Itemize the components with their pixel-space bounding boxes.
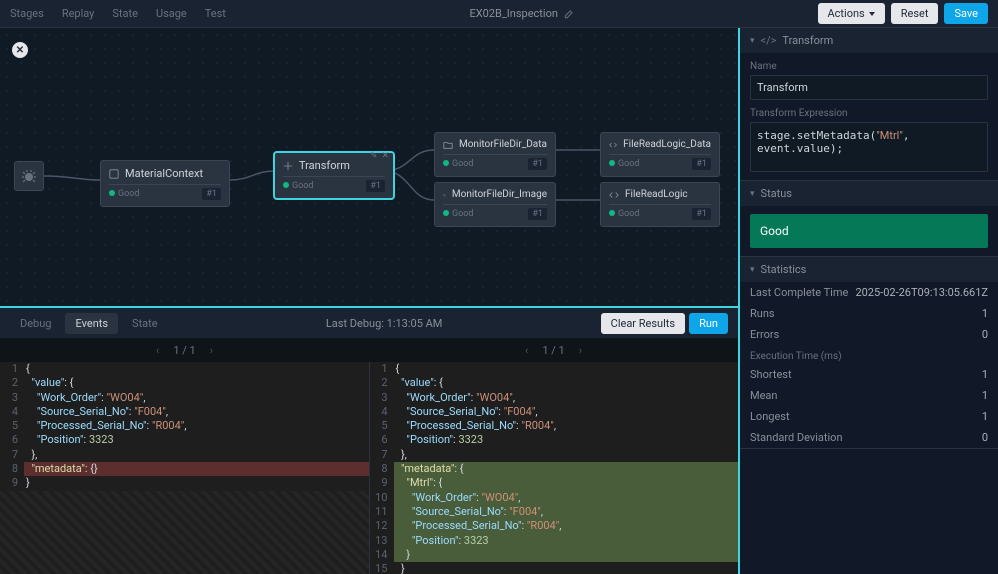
tab-test[interactable]: Test [205, 7, 226, 20]
stat-longest-value: 1 [982, 410, 988, 423]
edit-icon[interactable] [564, 9, 574, 19]
stat-errors-label: Errors [750, 328, 779, 341]
node-monitor-image[interactable]: MonitorFileDir_Image Good#1 [434, 182, 556, 227]
stat-runs-label: Runs [750, 307, 775, 320]
pager-right-prev[interactable]: ‹ [525, 344, 528, 357]
pager-right-count: 1 / 1 [542, 344, 564, 357]
last-debug-label: Last Debug: 1:13:05 AM [172, 317, 597, 330]
pager-left-next[interactable]: › [210, 344, 213, 357]
stat-last-complete-label: Last Complete Time [750, 286, 848, 299]
reset-button[interactable]: Reset [891, 3, 939, 24]
close-icon[interactable]: ✕ [12, 42, 28, 58]
folder-icon [443, 140, 453, 150]
topbar-actions: Actions Reset Save [818, 3, 989, 24]
node-read-data[interactable]: FileReadLogic_Data Good#1 [600, 132, 720, 177]
run-button[interactable]: Run [689, 313, 728, 334]
pager-right-next[interactable]: › [579, 344, 582, 357]
clear-results-button[interactable]: Clear Results [601, 313, 685, 334]
chevron-down-icon: ▾ [750, 189, 755, 199]
statistics-section-head[interactable]: ▾Statistics [740, 257, 998, 282]
caret-down-icon [869, 12, 875, 16]
node-read-logic[interactable]: FileReadLogic Good#1 [600, 182, 720, 227]
properties-sidebar: ▾</>Transform Name Transform Expression … [740, 28, 998, 574]
debug-tabs-row: Debug Events State Last Debug: 1:13:05 A… [0, 308, 738, 338]
node-close-icon[interactable]: ✕ [381, 151, 389, 161]
debug-tab-events[interactable]: Events [65, 313, 118, 334]
stat-last-complete-value: 2025-02-26T09:13:05.661Z [855, 286, 988, 299]
stat-longest-label: Longest [750, 410, 790, 423]
code-pane-after[interactable]: 1{2 "value": {3 "Work_Order": "WO04",4 "… [369, 362, 739, 574]
debug-start-node[interactable] [14, 161, 44, 191]
tab-stages[interactable]: Stages [10, 7, 44, 20]
page-title: EX02B_Inspection [226, 7, 818, 20]
exec-time-head: Execution Time (ms) [740, 345, 998, 364]
actions-button[interactable]: Actions [818, 3, 885, 24]
transform-section-head[interactable]: ▾</>Transform [740, 28, 998, 53]
chevron-down-icon: ▾ [750, 265, 755, 275]
status-section-head[interactable]: ▾Status [740, 181, 998, 206]
debug-tab-state[interactable]: State [122, 313, 168, 334]
save-button[interactable]: Save [944, 3, 988, 24]
stat-shortest-label: Shortest [750, 368, 792, 381]
tab-usage[interactable]: Usage [156, 7, 187, 20]
stat-mean-value: 1 [982, 389, 988, 402]
code-icon: </> [761, 34, 777, 47]
code-diff: 1{2 "value": {3 "Work_Order": "WO04",4 "… [0, 362, 738, 574]
tab-state[interactable]: State [112, 7, 138, 20]
name-label: Name [750, 61, 988, 72]
top-bar: Stages Replay State Usage Test EX02B_Ins… [0, 0, 998, 28]
node-edit-icon[interactable]: ✎ [370, 151, 378, 161]
code-icon [609, 190, 619, 200]
code-pane-before[interactable]: 1{2 "value": {3 "Work_Order": "WO04",4 "… [0, 362, 369, 574]
pager-row: ‹ 1 / 1 › ‹ 1 / 1 › [0, 338, 738, 362]
stat-mean-label: Mean [750, 389, 778, 402]
pipeline-canvas[interactable]: ✕ MaterialContext Good#1 ✎✕ Transform Go… [0, 28, 738, 308]
pager-left-count: 1 / 1 [173, 344, 195, 357]
node-materialcontext[interactable]: MaterialContext Good#1 [100, 160, 230, 207]
tab-replay[interactable]: Replay [62, 7, 95, 20]
chevron-down-icon: ▾ [750, 36, 755, 46]
context-icon [109, 169, 119, 179]
expression-label: Transform Expression [750, 108, 988, 119]
node-transform[interactable]: ✎✕ Transform Good#1 [274, 152, 394, 199]
stat-stddev-value: 0 [982, 431, 988, 444]
status-badge: Good [750, 214, 988, 248]
folder-icon [443, 190, 446, 200]
debug-panel: Debug Events State Last Debug: 1:13:05 A… [0, 308, 738, 574]
bug-icon [21, 168, 37, 184]
topbar-tabs: Stages Replay State Usage Test [10, 7, 226, 20]
debug-tab-debug[interactable]: Debug [10, 313, 61, 334]
stat-stddev-label: Standard Deviation [750, 431, 843, 444]
title-text: EX02B_Inspection [469, 7, 557, 20]
stat-errors-value: 0 [982, 328, 988, 341]
expression-textarea[interactable]: stage.setMetadata("Mtrl", event.value); [750, 122, 988, 172]
pager-left-prev[interactable]: ‹ [156, 344, 159, 357]
stat-runs-value: 1 [982, 307, 988, 320]
node-monitor-data[interactable]: MonitorFileDir_Data Good#1 [434, 132, 556, 177]
stat-shortest-value: 1 [982, 368, 988, 381]
transform-icon [283, 161, 293, 171]
name-input[interactable] [750, 75, 988, 100]
code-icon [609, 140, 617, 150]
